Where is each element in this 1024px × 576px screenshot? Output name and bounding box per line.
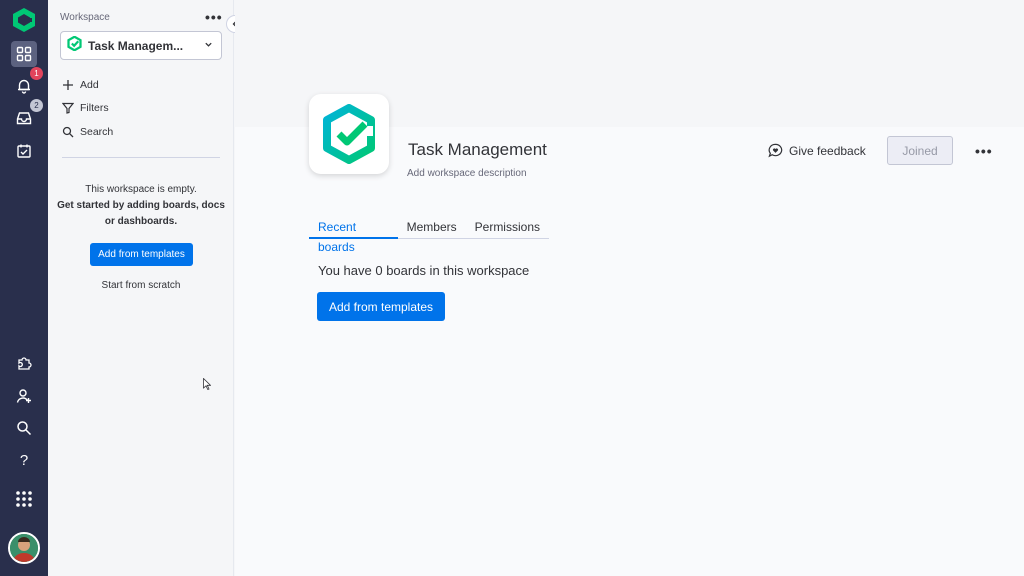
empty-line-3: or dashboards. [104,216,178,227]
workspace-tabs: Recent boards Members Permissions [309,217,549,254]
workspace-title: Task Management [408,140,547,159]
sidebar-add-from-templates-button[interactable]: Add from templates [90,243,193,266]
tab-members[interactable]: Members [398,217,466,239]
workspace-name: Task Managem... [88,38,184,53]
apps-grid-icon[interactable] [11,486,37,512]
empty-workspace-message: This workspace is empty. Get started by … [48,182,234,230]
plus-icon [63,80,73,90]
add-from-templates-button[interactable]: Add from templates [317,292,445,321]
user-avatar[interactable] [8,532,40,564]
start-from-scratch-link[interactable]: Start from scratch [48,280,234,291]
tab-permissions[interactable]: Permissions [466,217,549,239]
workspace-more-icon[interactable]: ••• [205,9,223,25]
workspace-label: Workspace [60,12,110,23]
give-feedback-button[interactable]: Give feedback [768,143,866,158]
my-work-calendar-icon[interactable] [11,138,37,164]
tab-recent-boards[interactable]: Recent boards [309,217,398,254]
workspace-grid-icon[interactable] [11,41,37,67]
joined-button[interactable]: Joined [887,136,953,165]
search-icon [62,126,74,138]
inbox-badge: 2 [30,99,43,112]
workspace-logo-large-icon[interactable] [309,94,389,174]
sidebar-divider [62,157,220,158]
puzzle-icon[interactable] [11,350,37,376]
invite-user-icon[interactable] [11,383,37,409]
workspace-main [235,127,1024,576]
workspace-options-icon[interactable]: ••• [975,143,993,159]
mouse-cursor-icon [203,378,211,390]
add-label: Add [80,79,99,91]
chevron-down-icon [204,40,213,52]
workspace-selector[interactable]: Task Managem... [60,31,222,60]
boards-count-message: You have 0 boards in this workspace [318,263,530,278]
workspace-logo-icon [67,34,82,56]
add-button[interactable]: Add [62,79,99,91]
filter-icon [62,102,74,114]
bell-icon[interactable]: 1 [11,67,43,99]
empty-line-2: Get started by adding boards, docs [57,200,225,211]
app-root: 1 2 ? Workspace ••• Task Managem... Add … [0,0,1024,576]
help-icon[interactable]: ? [11,447,37,473]
workspace-sidebar: Workspace ••• Task Managem... Add Filter… [48,0,234,576]
notifications-badge: 1 [30,67,43,80]
filters-label: Filters [80,102,109,114]
inbox-icon[interactable]: 2 [11,99,43,131]
feedback-icon [768,143,783,158]
app-logo-icon[interactable] [11,7,37,33]
sidebar-search-button[interactable]: Search [62,126,113,138]
give-feedback-label: Give feedback [789,143,866,158]
empty-line-1: This workspace is empty. [85,184,197,195]
filters-button[interactable]: Filters [62,102,109,114]
search-label: Search [80,126,114,138]
workspace-description-field[interactable]: Add workspace description [407,168,527,179]
search-icon[interactable] [11,415,37,441]
left-rail: 1 2 ? [0,0,48,576]
